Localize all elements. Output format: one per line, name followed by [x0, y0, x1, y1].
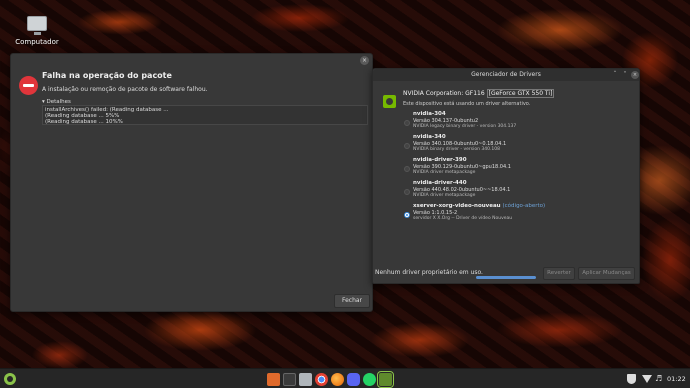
chrome-icon[interactable]: [315, 373, 328, 386]
driver-option[interactable]: nvidia-driver-440 Versão 440.48.02-0ubun…: [403, 180, 633, 203]
radio-button-checked[interactable]: [404, 212, 410, 218]
driver-description: NVIDIA legacy binary driver - version 30…: [413, 124, 517, 129]
driver-manager-icon[interactable]: [377, 371, 394, 388]
window-title: Gerenciador de Drivers: [471, 71, 541, 78]
driver-name: xserver-xorg-video-nouveau (código-abert…: [413, 203, 633, 210]
computer-icon: [27, 16, 47, 35]
titlebar[interactable]: Gerenciador de Drivers ˇ ˄ ×: [373, 69, 639, 81]
driver-name: nvidia-driver-440: [413, 180, 467, 186]
network-icon[interactable]: [642, 375, 652, 383]
whatsapp-icon[interactable]: [363, 373, 376, 386]
driver-option[interactable]: nvidia-340 Versão 340.108-0ubuntu0~0.18.…: [403, 134, 633, 157]
taskbar-apps: [267, 371, 394, 388]
details-log[interactable]: installArchives() failed: (Reading datab…: [42, 105, 368, 125]
radio-button[interactable]: [404, 120, 410, 126]
minimize-icon[interactable]: ˇ: [611, 71, 619, 78]
dialog-title: Falha na operação do pacote: [42, 71, 172, 80]
driver-description: NVIDIA driver metapackage: [413, 170, 476, 175]
driver-manager-window: Gerenciador de Drivers ˇ ˄ × NVIDIA Corp…: [372, 68, 640, 284]
gpu-model: [GeForce GTX 550 Ti]: [486, 89, 555, 98]
maximize-icon[interactable]: ˄: [621, 71, 629, 78]
driver-name: nvidia-304: [413, 111, 446, 117]
error-icon: [19, 76, 38, 95]
driver-list: nvidia-304 Versão 304.137-0ubuntu2 NVIDI…: [403, 111, 633, 226]
apply-changes-button[interactable]: Aplicar Mudanças: [578, 267, 635, 280]
status-text: Nenhum driver proprietário em uso.: [375, 269, 483, 276]
gpu-name: NVIDIA Corporation: GF116 [GeForce GTX 5…: [403, 89, 555, 98]
gpu-vendor: NVIDIA Corporation: GF116: [403, 90, 485, 97]
terminal-icon[interactable]: [283, 373, 296, 386]
revert-button[interactable]: Reverter: [543, 267, 575, 280]
progress-fill: [476, 276, 536, 279]
radio-button[interactable]: [404, 166, 410, 172]
close-button[interactable]: Fechar: [334, 294, 370, 308]
radio-button[interactable]: [404, 189, 410, 195]
clock[interactable]: 01:22: [667, 374, 686, 384]
driver-description: NVIDIA driver metapackage: [413, 193, 476, 198]
desktop-icon-computer[interactable]: Computador: [14, 16, 60, 46]
package-error-dialog: × Falha na operação do pacote A instalaç…: [10, 53, 373, 312]
taskbar: ♬ 01:22: [0, 368, 690, 388]
driver-description: NVIDIA binary driver - version 340.108: [413, 147, 500, 152]
close-icon[interactable]: ×: [631, 71, 639, 79]
gpu-icon: [383, 95, 396, 108]
close-icon[interactable]: ×: [360, 56, 369, 65]
driver-option-selected[interactable]: xserver-xorg-video-nouveau (código-abert…: [403, 203, 633, 226]
progress-bar: [476, 276, 536, 279]
gpu-status: Este dispositivo está usando um driver a…: [403, 101, 531, 107]
ubuntu-software-icon[interactable]: [267, 373, 280, 386]
driver-option[interactable]: nvidia-304 Versão 304.137-0ubuntu2 NVIDI…: [403, 111, 633, 134]
firefox-icon[interactable]: [331, 373, 344, 386]
driver-description: servidor X X.Org -- Driver de vídeo Nouv…: [413, 216, 513, 221]
desktop-icon-label: Computador: [15, 38, 59, 46]
radio-button[interactable]: [404, 143, 410, 149]
open-source-tag: (código-aberto): [502, 203, 546, 209]
shield-icon[interactable]: [627, 374, 636, 384]
volume-icon[interactable]: ♬: [655, 374, 662, 384]
driver-name: nvidia-340: [413, 134, 446, 140]
driver-option[interactable]: nvidia-driver-390 Versão 390.129-0ubuntu…: [403, 157, 633, 180]
files-icon[interactable]: [299, 373, 312, 386]
dialog-message: A instalação ou remoção de pacote de sof…: [42, 86, 208, 93]
log-line: (Reading database ... 10%%: [45, 119, 123, 125]
menu-button[interactable]: [4, 373, 16, 385]
discord-icon[interactable]: [347, 373, 360, 386]
driver-name: nvidia-driver-390: [413, 157, 467, 163]
driver-name-text: xserver-xorg-video-nouveau: [413, 203, 501, 209]
